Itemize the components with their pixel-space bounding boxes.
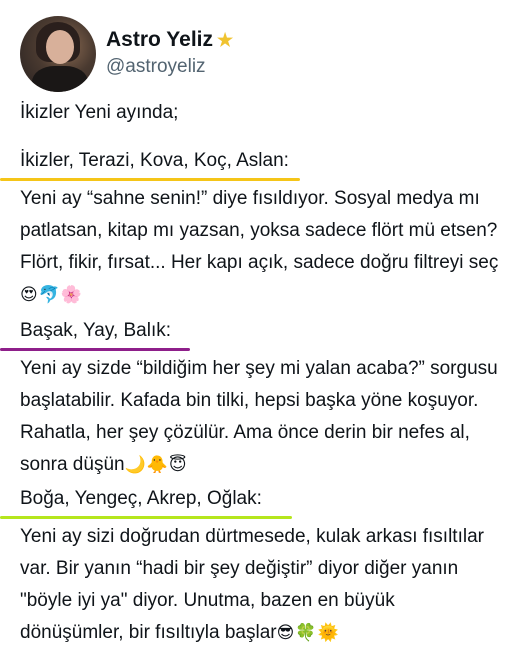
avatar-body [32, 66, 88, 92]
display-name[interactable]: Astro Yeliz ★ [106, 28, 233, 52]
text-line: sonra düşün [20, 454, 125, 475]
section-boga: Boğa, Yengeç, Akrep, Oğlak: Yeni ay sizi… [0, 488, 520, 649]
text-line: patlatsan, kitap mı yazsan, yoksa sadece… [20, 220, 498, 241]
section-title: Başak, Yay, Balık: [20, 320, 172, 341]
section-text: Yeni ay sizde “bildiğim her şey mi yalan… [20, 353, 520, 481]
display-name-text: Astro Yeliz [106, 28, 213, 51]
user-handle[interactable]: @astroyeliz [106, 56, 206, 78]
section-underline [0, 516, 292, 519]
avatar[interactable] [20, 16, 96, 92]
text-line: Rahatla, her şey çözülür. Ama önce derin… [20, 422, 470, 443]
section-title: İkizler, Terazi, Kova, Koç, Aslan: [20, 150, 289, 171]
text-line: var. Bir yanın “hadi bir şey değiştir” d… [20, 558, 459, 579]
emoji-group: 😎🍀🌞 [276, 623, 340, 643]
emoji-group: 🌙🐥😇 [124, 455, 188, 475]
text-line: Yeni ay “sahne senin!” diye fısıldıyor. … [20, 188, 480, 209]
section-text: Yeni ay sizi doğrudan dürtmesede, kulak … [20, 521, 520, 649]
tweet-header: Astro Yeliz ★ @astroyeliz [20, 12, 500, 92]
text-line: Yeni ay sizde “bildiğim her şey mi yalan… [20, 358, 498, 379]
section-underline [0, 348, 190, 351]
avatar-face [46, 30, 74, 64]
text-line: Yeni ay sizi doğrudan dürtmesede, kulak … [20, 526, 484, 547]
text-line: "böyle iyi ya" diyor. Unutma, bazen en b… [20, 590, 395, 611]
text-line: Flört, fikir, fırsat... Her kapı açık, s… [20, 252, 499, 273]
tweet-intro: İkizler Yeni ayında; [20, 102, 179, 123]
section-underline [0, 178, 300, 181]
emoji-group: 😍🐬🌸 [20, 285, 84, 305]
section-basak: Başak, Yay, Balık: Yeni ay sizde “bildiğ… [0, 320, 520, 481]
star-icon: ★ [217, 29, 234, 50]
section-text: Yeni ay “sahne senin!” diye fısıldıyor. … [20, 183, 520, 311]
text-line: başlatabilir. Kafada bin tilki, hepsi ba… [20, 390, 479, 411]
section-title: Boğa, Yengeç, Akrep, Oğlak: [20, 488, 262, 509]
section-ikizler: İkizler, Terazi, Kova, Koç, Aslan: Yeni … [0, 150, 520, 311]
